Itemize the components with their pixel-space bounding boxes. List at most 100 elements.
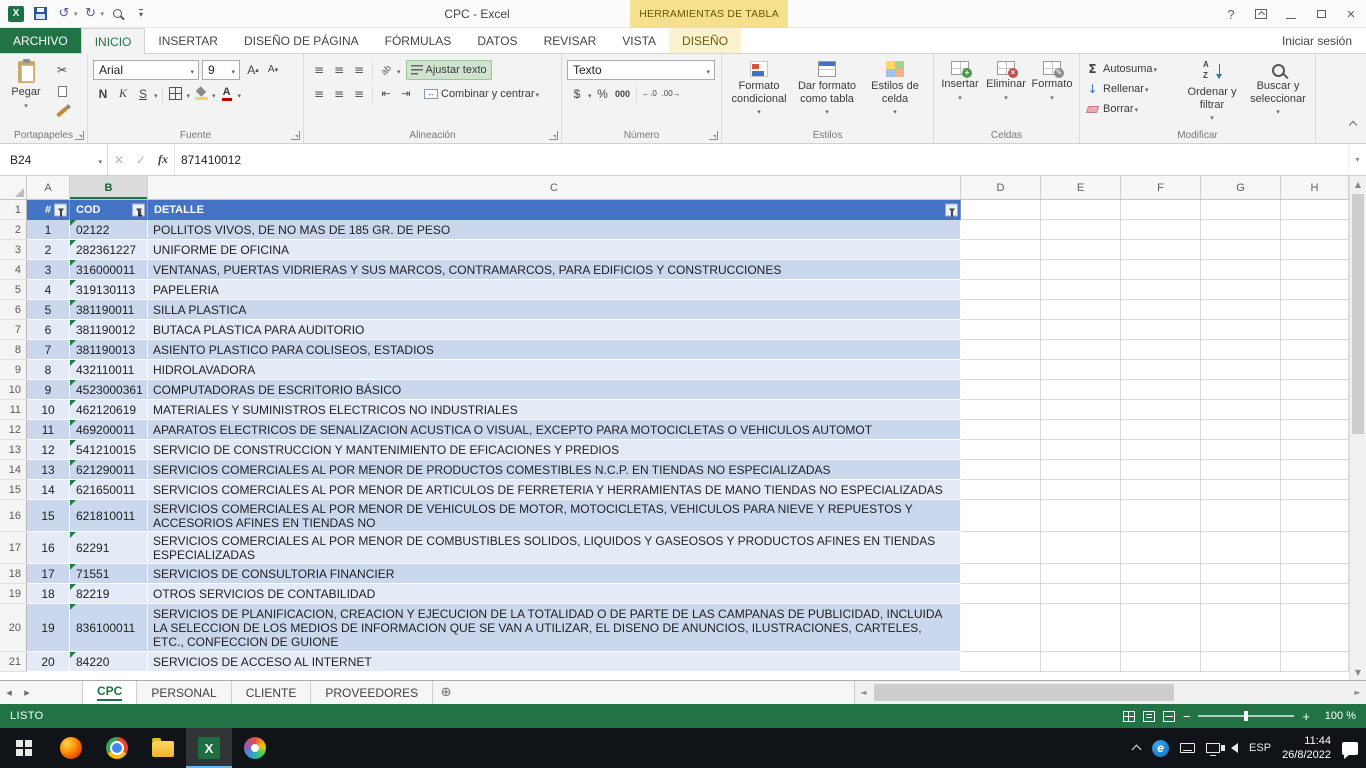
row-number[interactable]: 7 <box>0 320 27 340</box>
cell-empty[interactable] <box>1201 200 1281 220</box>
volume-icon[interactable] <box>1231 743 1238 753</box>
cell-empty[interactable] <box>1281 564 1349 584</box>
cell-empty[interactable] <box>1041 564 1121 584</box>
cell-cod[interactable]: 381190011 <box>70 300 148 320</box>
restore-button[interactable] <box>1306 1 1336 27</box>
cell-empty[interactable] <box>961 360 1041 380</box>
cell-empty[interactable] <box>1121 440 1201 460</box>
cell-cod[interactable]: 462120619 <box>70 400 148 420</box>
conditional-formatting-button[interactable]: Formato condicional <box>725 57 793 125</box>
cell-empty[interactable] <box>1121 652 1201 672</box>
scroll-down-arrow[interactable]: ▼ <box>1350 664 1366 680</box>
cell-empty[interactable] <box>1281 220 1349 240</box>
column-header-e[interactable]: E <box>1041 176 1121 199</box>
cell-cod[interactable]: 316000011 <box>70 260 148 280</box>
new-sheet-button[interactable]: ⊕ <box>433 681 459 704</box>
cell-empty[interactable] <box>1121 320 1201 340</box>
header-cell-cod[interactable]: COD <box>70 200 148 220</box>
cell-empty[interactable] <box>1281 532 1349 564</box>
cell-empty[interactable] <box>1281 500 1349 532</box>
network-icon[interactable] <box>1206 743 1220 753</box>
cell-empty[interactable] <box>1041 584 1121 604</box>
cell-empty[interactable] <box>1201 532 1281 564</box>
cell-empty[interactable] <box>1281 420 1349 440</box>
cell-empty[interactable] <box>961 280 1041 300</box>
action-center-icon[interactable] <box>1342 742 1358 755</box>
redo-button[interactable]: ↻ <box>80 3 102 25</box>
cell-cod[interactable]: 82219 <box>70 584 148 604</box>
cell-empty[interactable] <box>961 500 1041 532</box>
row-number[interactable]: 1 <box>0 200 27 220</box>
cell-num[interactable]: 2 <box>27 240 70 260</box>
cell-num[interactable]: 12 <box>27 440 70 460</box>
cell-empty[interactable] <box>961 380 1041 400</box>
cell-empty[interactable] <box>961 400 1041 420</box>
cell-empty[interactable] <box>1121 420 1201 440</box>
normal-view-button[interactable] <box>1123 711 1135 722</box>
cell-empty[interactable] <box>1041 300 1121 320</box>
taskbar-excel[interactable]: X <box>186 728 232 768</box>
row-number[interactable]: 2 <box>0 220 27 240</box>
wrap-text-button[interactable]: Ajustar texto <box>406 60 492 80</box>
cell-empty[interactable] <box>1201 460 1281 480</box>
ribbon-tab-datos[interactable]: DATOS <box>464 28 530 53</box>
ribbon-display-options-button[interactable] <box>1246 1 1276 27</box>
borders-button[interactable] <box>166 84 186 104</box>
cell-empty[interactable] <box>961 320 1041 340</box>
ribbon-tab-vista[interactable]: VISTA <box>609 28 669 53</box>
cell-num[interactable]: 5 <box>27 300 70 320</box>
row-number[interactable]: 19 <box>0 584 27 604</box>
start-button[interactable] <box>0 728 48 768</box>
paste-button[interactable]: Pegar <box>3 57 49 125</box>
row-number[interactable]: 10 <box>0 380 27 400</box>
align-middle-button[interactable]: ≡ <box>329 60 349 80</box>
cell-detalle[interactable]: SERVICIOS COMERCIALES AL POR MENOR DE PR… <box>148 460 961 480</box>
cell-empty[interactable] <box>1121 460 1201 480</box>
cut-button[interactable]: ✂ <box>52 60 72 80</box>
cell-empty[interactable] <box>1121 200 1201 220</box>
scroll-right-arrow[interactable]: ► <box>1349 681 1366 704</box>
cell-styles-button[interactable]: Estilos de celda <box>861 57 929 125</box>
cell-empty[interactable] <box>1121 280 1201 300</box>
cell-empty[interactable] <box>1281 260 1349 280</box>
cell-empty[interactable] <box>1201 480 1281 500</box>
row-number[interactable]: 9 <box>0 360 27 380</box>
cell-cod[interactable]: 62291 <box>70 532 148 564</box>
cell-empty[interactable] <box>1281 400 1349 420</box>
save-button[interactable] <box>29 3 51 25</box>
cell-num[interactable]: 17 <box>27 564 70 584</box>
zoom-slider[interactable] <box>1198 715 1294 717</box>
align-top-button[interactable]: ≡ <box>309 60 329 80</box>
cell-empty[interactable] <box>1121 400 1201 420</box>
cell-empty[interactable] <box>1041 280 1121 300</box>
cell-cod[interactable]: 469200011 <box>70 420 148 440</box>
cell-empty[interactable] <box>1041 480 1121 500</box>
column-header-a[interactable]: A <box>27 176 70 199</box>
row-number[interactable]: 14 <box>0 460 27 480</box>
cell-empty[interactable] <box>1201 440 1281 460</box>
cell-empty[interactable] <box>1121 500 1201 532</box>
row-number[interactable]: 5 <box>0 280 27 300</box>
print-preview-button[interactable] <box>106 3 128 25</box>
cell-cod[interactable]: 621810011 <box>70 500 148 532</box>
row-number[interactable]: 17 <box>0 532 27 564</box>
cell-cod[interactable]: 381190012 <box>70 320 148 340</box>
column-header-c[interactable]: C <box>148 176 961 199</box>
cell-empty[interactable] <box>1201 500 1281 532</box>
touch-keyboard-icon[interactable] <box>1180 743 1195 753</box>
close-button[interactable]: × <box>1336 1 1366 27</box>
cell-empty[interactable] <box>1201 220 1281 240</box>
cell-empty[interactable] <box>1281 380 1349 400</box>
cell-cod[interactable]: 84220 <box>70 652 148 672</box>
cell-num[interactable]: 16 <box>27 532 70 564</box>
sort-filter-button[interactable]: AZ Ordenar y filtrar <box>1179 57 1245 125</box>
cell-cod[interactable]: 02122 <box>70 220 148 240</box>
ribbon-tab-revisar[interactable]: REVISAR <box>531 28 610 53</box>
zoom-out-button[interactable]: − <box>1183 710 1191 723</box>
cell-empty[interactable] <box>1041 420 1121 440</box>
cell-empty[interactable] <box>961 240 1041 260</box>
cell-detalle[interactable]: OTROS SERVICIOS DE CONTABILIDAD <box>148 584 961 604</box>
cell-detalle[interactable]: SERVICIOS DE ACCESO AL INTERNET <box>148 652 961 672</box>
increase-font-button[interactable]: A <box>243 60 263 80</box>
cell-cod[interactable]: 432110011 <box>70 360 148 380</box>
